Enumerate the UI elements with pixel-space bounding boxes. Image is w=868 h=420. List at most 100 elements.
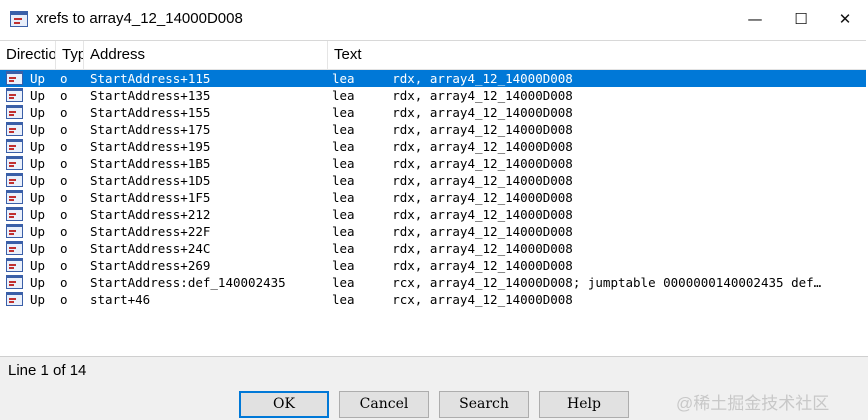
xref-text: lea rdx, array4_12_14000D008 <box>332 258 573 273</box>
xref-address: StartAddress+22F <box>90 224 211 239</box>
xref-row[interactable]: Up o StartAddress+22F lea rdx, array4_12_14… <box>0 223 866 240</box>
xref-direction: Up <box>30 275 46 290</box>
xref-row-icon <box>6 292 23 306</box>
xref-type: o <box>60 71 68 86</box>
ok-button[interactable]: OK <box>239 391 329 418</box>
xref-direction: Up <box>30 139 46 154</box>
column-header-direction[interactable]: Direction <box>0 41 56 69</box>
xref-text: lea rcx, array4_12_14000D008; jumptable … <box>332 275 822 290</box>
xref-text: lea rdx, array4_12_14000D008 <box>332 224 573 239</box>
xref-text: lea rdx, array4_12_14000D008 <box>332 241 573 256</box>
xref-address: StartAddress+269 <box>90 258 211 273</box>
xref-row-icon <box>6 139 23 153</box>
close-button[interactable]: ✕ <box>822 0 868 38</box>
xref-row-icon <box>6 275 23 289</box>
xref-row[interactable]: Up o StartAddress+1B5 lea rdx, array4_12_14… <box>0 155 866 172</box>
xref-row[interactable]: Up o StartAddress+212 lea rdx, array4_12_14… <box>0 206 866 223</box>
xref-text: lea rdx, array4_12_14000D008 <box>332 122 573 137</box>
status-bar: Line 1 of 14 <box>0 356 868 385</box>
xref-row-icon <box>6 156 23 170</box>
xref-address: StartAddress+135 <box>90 88 211 103</box>
xref-direction: Up <box>30 71 46 86</box>
xref-text: lea rdx, array4_12_14000D008 <box>332 139 573 154</box>
xref-type: o <box>60 139 68 154</box>
xref-row[interactable]: Up o StartAddress+115 lea rdx, array4_12_14… <box>0 70 866 87</box>
xref-row[interactable]: Up o StartAddress+135 lea rdx, array4_12_14… <box>0 87 866 104</box>
xref-text: lea rdx, array4_12_14000D008 <box>332 156 573 171</box>
xref-row[interactable]: Up o StartAddress+1F5 lea rdx, array4_12_14… <box>0 189 866 206</box>
xref-row[interactable]: Up o StartAddress+155 lea rdx, array4_12_14… <box>0 104 866 121</box>
xref-address: StartAddress+24C <box>90 241 211 256</box>
xref-row-icon <box>6 71 23 85</box>
xref-address: StartAddress:def_140002435 <box>90 275 286 290</box>
xref-row[interactable]: Up o StartAddress+24C lea rdx, array4_12_14… <box>0 240 866 257</box>
xref-row[interactable]: Up o start+46 lea rcx, array4_12_14000D008 <box>0 291 866 308</box>
xref-row[interactable]: Up o StartAddress+195 lea rdx, array4_12_14… <box>0 138 866 155</box>
title-bar: xrefs to array4_12_14000D008 — ☐ ✕ <box>0 0 868 38</box>
column-header-address[interactable]: Address <box>84 41 328 69</box>
maximize-button[interactable]: ☐ <box>778 0 824 38</box>
xref-type: o <box>60 88 68 103</box>
xref-row[interactable]: Up o StartAddress+175 lea rdx, array4_12_14… <box>0 121 866 138</box>
xref-direction: Up <box>30 190 46 205</box>
xref-row-icon <box>6 122 23 136</box>
xref-row[interactable]: Up o StartAddress+269 lea rdx, array4_12_14… <box>0 257 866 274</box>
xref-row-icon <box>6 224 23 238</box>
xrefs-window-icon <box>10 11 28 27</box>
xref-type: o <box>60 241 68 256</box>
xref-type: o <box>60 258 68 273</box>
xref-row-icon <box>6 105 23 119</box>
xref-direction: Up <box>30 88 46 103</box>
xref-text: lea rdx, array4_12_14000D008 <box>332 71 573 86</box>
xref-row-icon <box>6 258 23 272</box>
xref-direction: Up <box>30 224 46 239</box>
cancel-button[interactable]: Cancel <box>339 391 429 418</box>
xref-type: o <box>60 156 68 171</box>
xref-direction: Up <box>30 105 46 120</box>
xref-type: o <box>60 105 68 120</box>
xref-row-icon <box>6 207 23 221</box>
column-header-type[interactable]: Type <box>56 41 84 69</box>
xref-direction: Up <box>30 258 46 273</box>
minimize-button[interactable]: — <box>732 0 778 38</box>
list-header: Direction Type Address Text <box>0 41 866 70</box>
xref-type: o <box>60 122 68 137</box>
xref-row[interactable]: Up o StartAddress+1D5 lea rdx, array4_12_14… <box>0 172 866 189</box>
xref-text: lea rcx, array4_12_14000D008 <box>332 292 573 307</box>
xref-direction: Up <box>30 156 46 171</box>
xref-type: o <box>60 190 68 205</box>
xref-address: StartAddress+155 <box>90 105 211 120</box>
xref-row[interactable]: Up o StartAddress:def_140002435 lea rcx, ar… <box>0 274 866 291</box>
xref-address: StartAddress+175 <box>90 122 211 137</box>
xref-row-icon <box>6 241 23 255</box>
help-button[interactable]: Help <box>539 391 629 418</box>
xref-row-icon <box>6 88 23 102</box>
xref-type: o <box>60 292 68 307</box>
xref-type: o <box>60 207 68 222</box>
xrefs-list[interactable]: Direction Type Address Text UpoStartAddr… <box>0 40 866 357</box>
xref-type: o <box>60 275 68 290</box>
xref-row-icon <box>6 190 23 204</box>
xref-address: StartAddress+212 <box>90 207 211 222</box>
watermark-text: @稀土掘金技术社区 <box>676 394 830 413</box>
xref-text: lea rdx, array4_12_14000D008 <box>332 88 573 103</box>
xref-text: lea rdx, array4_12_14000D008 <box>332 190 573 205</box>
xref-type: o <box>60 224 68 239</box>
xref-text: lea rdx, array4_12_14000D008 <box>332 207 573 222</box>
search-button[interactable]: Search <box>439 391 529 418</box>
xref-direction: Up <box>30 207 46 222</box>
window-title: xrefs to array4_12_14000D008 <box>36 10 243 27</box>
xref-address: StartAddress+195 <box>90 139 211 154</box>
xref-address: StartAddress+1D5 <box>90 173 211 188</box>
xref-type: o <box>60 173 68 188</box>
column-header-text[interactable]: Text <box>328 41 866 69</box>
xref-address: StartAddress+1B5 <box>90 156 211 171</box>
xref-address: StartAddress+1F5 <box>90 190 211 205</box>
xref-text: lea rdx, array4_12_14000D008 <box>332 173 573 188</box>
xref-direction: Up <box>30 122 46 137</box>
xref-address: start+46 <box>90 292 151 307</box>
status-text: Line 1 of 14 <box>8 362 87 379</box>
xref-address: StartAddress+115 <box>90 71 211 86</box>
xref-direction: Up <box>30 173 46 188</box>
xref-direction: Up <box>30 241 46 256</box>
